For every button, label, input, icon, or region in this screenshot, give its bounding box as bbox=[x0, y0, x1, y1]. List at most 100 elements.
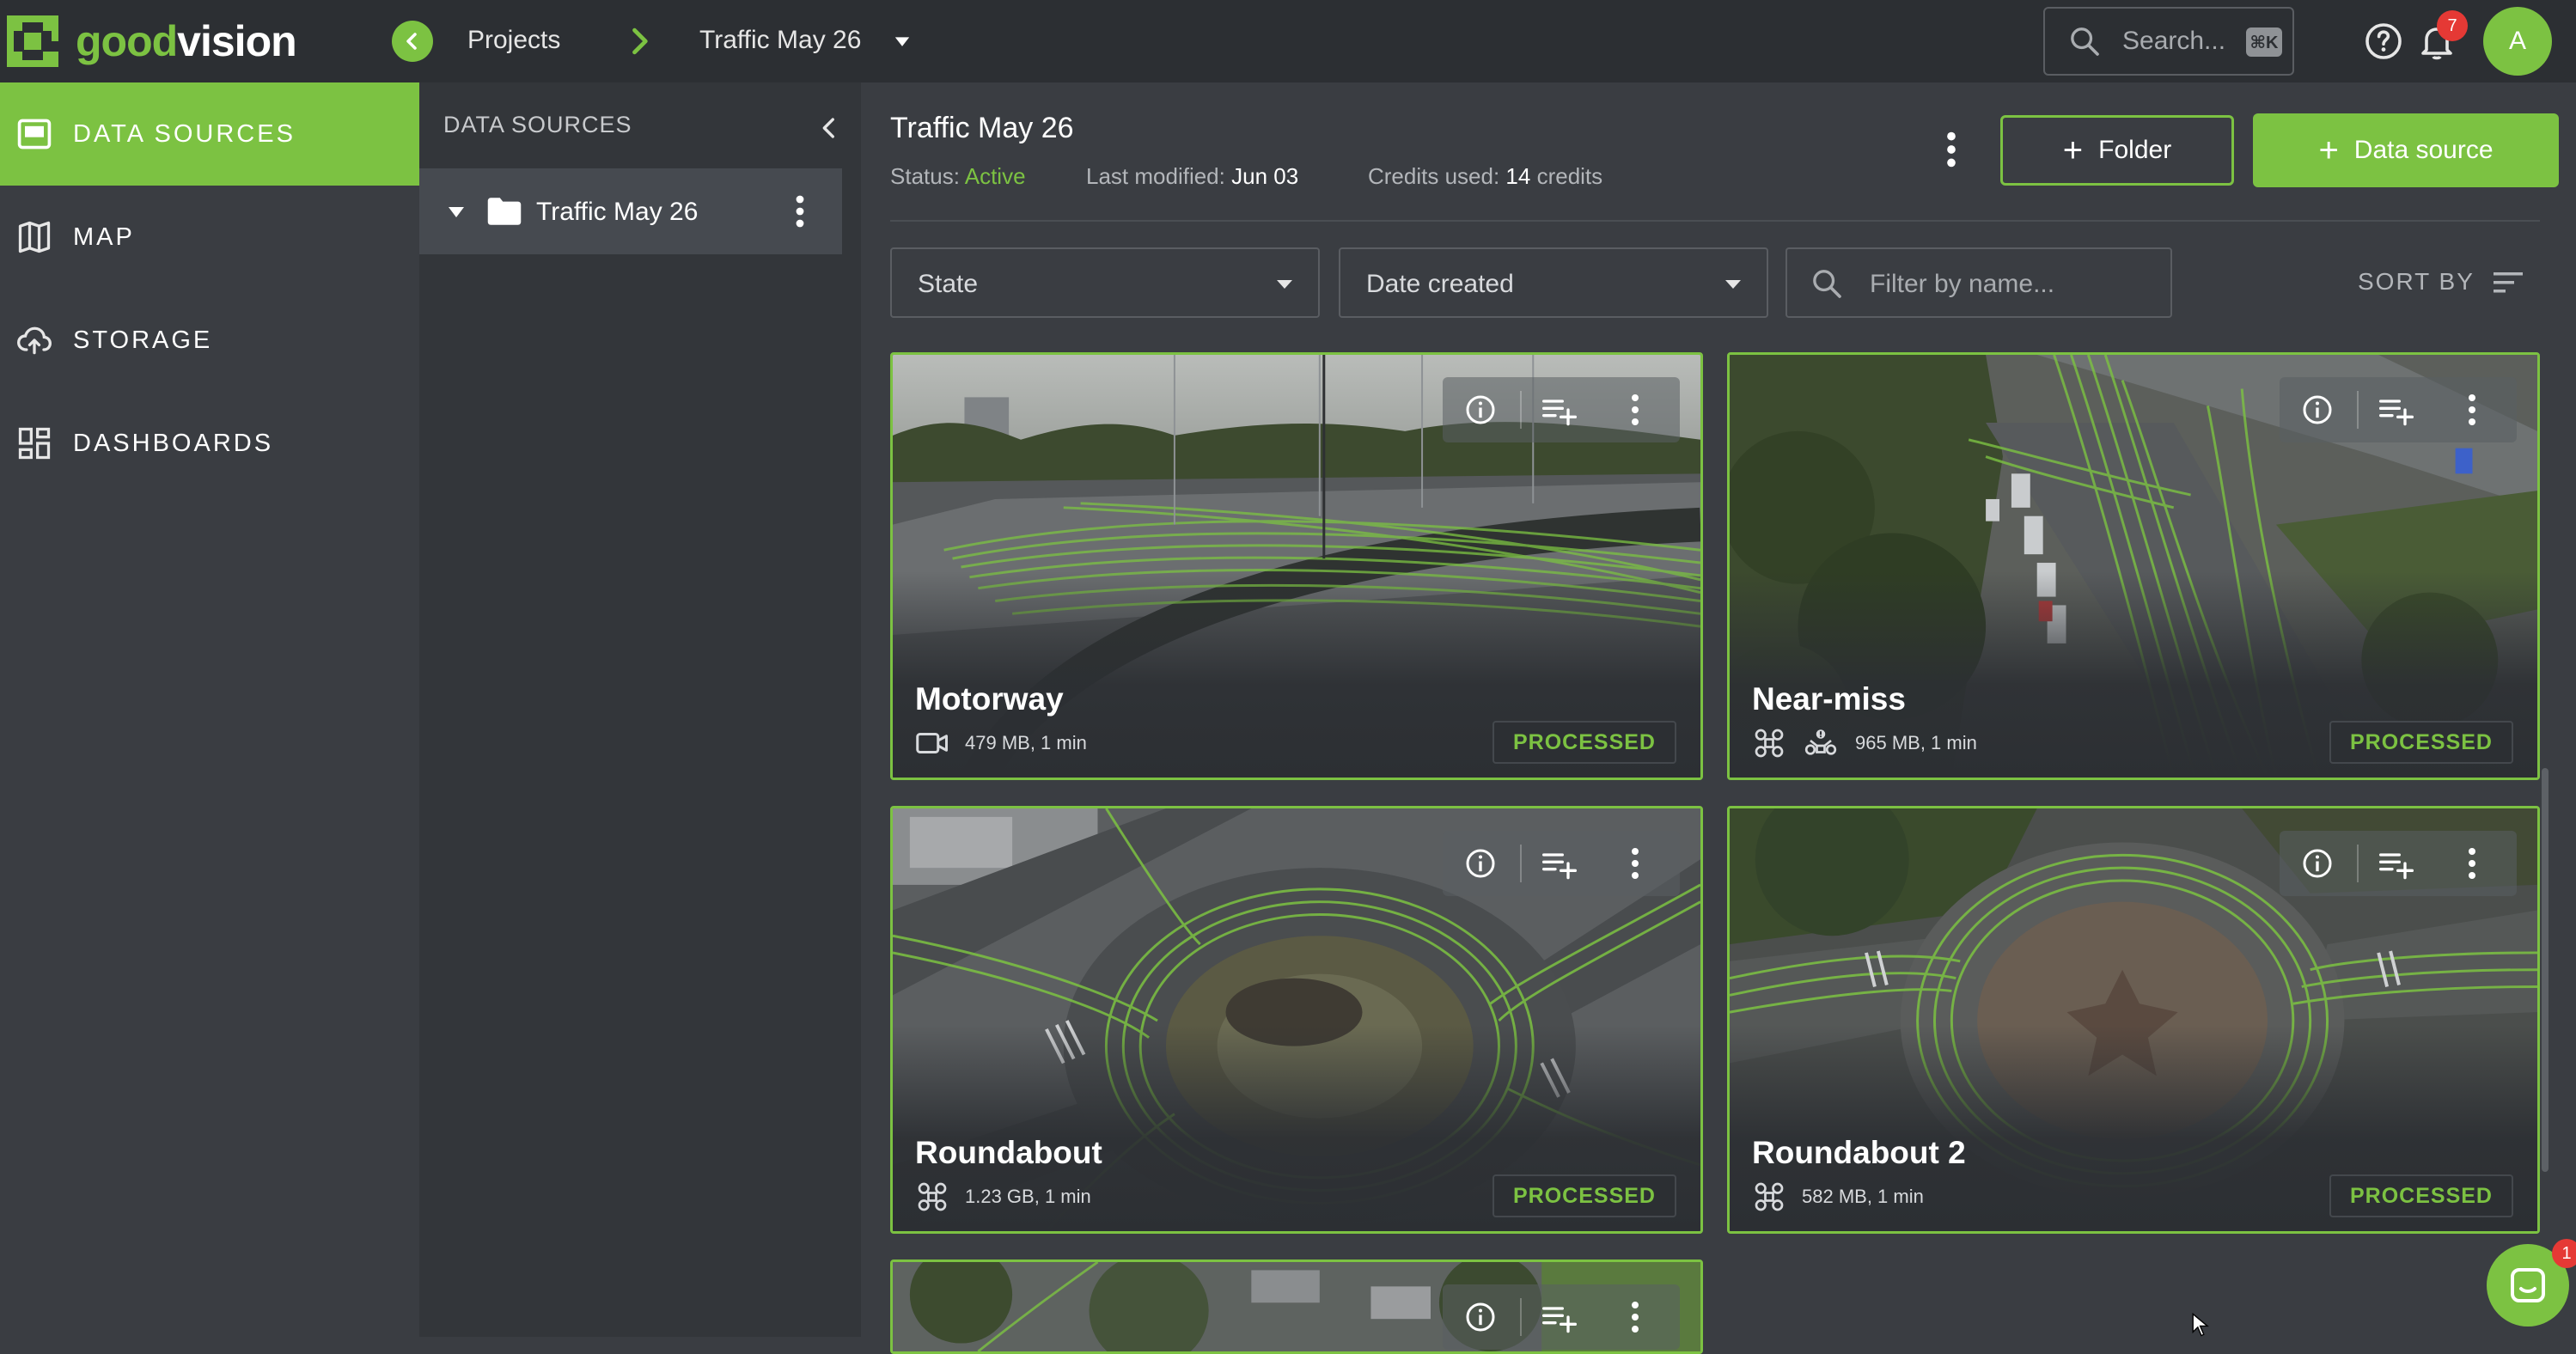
search-input[interactable]: Search... bbox=[2122, 27, 2225, 56]
top-bar: goodvision Projects Traffic May 26 Searc… bbox=[0, 0, 2576, 82]
logo-text: goodvision bbox=[76, 17, 297, 65]
data-source-card[interactable]: Motorway 479 MB, 1 min PROCESSED bbox=[890, 352, 1703, 780]
status-badge: PROCESSED bbox=[2329, 721, 2513, 764]
add-to-list-icon[interactable] bbox=[1541, 393, 1578, 427]
more-vertical-icon[interactable] bbox=[1945, 131, 1957, 168]
add-to-list-icon[interactable] bbox=[1541, 846, 1578, 881]
sidebar-item-storage[interactable]: STORAGE bbox=[0, 289, 419, 392]
breadcrumb-current[interactable]: Traffic May 26 bbox=[699, 26, 861, 55]
caret-down-icon bbox=[1277, 280, 1292, 289]
data-source-card[interactable] bbox=[890, 1259, 1703, 1354]
map-icon bbox=[18, 221, 51, 253]
add-to-list-icon[interactable] bbox=[2378, 393, 2415, 427]
sidebar-item-map[interactable]: MAP bbox=[0, 186, 419, 289]
goodvision-logo-icon bbox=[7, 15, 58, 67]
scrollbar[interactable] bbox=[2542, 768, 2549, 1172]
card-toolbar bbox=[2280, 831, 2517, 896]
card-title: Motorway bbox=[915, 681, 1064, 717]
info-icon[interactable] bbox=[1463, 393, 1498, 427]
notification-badge: 7 bbox=[2437, 10, 2468, 41]
mouse-cursor-icon bbox=[2192, 1313, 2209, 1337]
card-toolbar bbox=[1443, 831, 1680, 896]
data-source-card[interactable]: Roundabout 2 582 MB, 1 min PROCESSED bbox=[1727, 806, 2540, 1234]
sidebar-item-dashboards[interactable]: DASHBOARDS bbox=[0, 392, 419, 495]
card-info: 582 MB, 1 min bbox=[1752, 1180, 1924, 1214]
collapse-panel-icon[interactable] bbox=[815, 113, 844, 143]
search-shortcut: ⌘K bbox=[2246, 27, 2282, 57]
add-to-list-icon[interactable] bbox=[2378, 846, 2415, 881]
add-data-source-button[interactable]: + Data source bbox=[2253, 113, 2559, 187]
info-icon[interactable] bbox=[2300, 393, 2335, 427]
drone-icon bbox=[1755, 729, 1784, 758]
add-to-list-icon[interactable] bbox=[1541, 1300, 1578, 1334]
sidebar-item-label: DASHBOARDS bbox=[73, 429, 274, 457]
video-icon bbox=[916, 733, 948, 753]
folder-icon bbox=[487, 198, 522, 225]
sort-by-button[interactable]: SORT BY bbox=[2358, 268, 2475, 296]
last-modified-meta: Last modified: Jun 03 bbox=[1086, 163, 1299, 189]
chevron-right-icon bbox=[632, 27, 648, 55]
info-icon[interactable] bbox=[2300, 846, 2335, 881]
plus-icon: + bbox=[2062, 131, 2084, 169]
sidebar-item-data-sources[interactable]: DATA SOURCES bbox=[0, 82, 419, 186]
card-title: Near-miss bbox=[1752, 681, 1906, 717]
sort-icon[interactable] bbox=[2492, 270, 2526, 296]
state-select[interactable]: State bbox=[890, 247, 1320, 318]
more-vertical-icon[interactable] bbox=[1630, 846, 1640, 881]
tree-header: DATA SOURCES bbox=[443, 112, 632, 137]
drone-icon bbox=[1755, 1182, 1784, 1211]
card-info: 965 MB, 1 min bbox=[1752, 726, 1977, 760]
sidebar-item-label: STORAGE bbox=[73, 326, 213, 354]
card-toolbar bbox=[2280, 377, 2517, 442]
status-badge: PROCESSED bbox=[1492, 1174, 1676, 1217]
data-sources-icon bbox=[17, 119, 52, 149]
plus-icon: + bbox=[2318, 131, 2339, 169]
chevron-left-icon bbox=[406, 33, 417, 50]
caret-down-icon[interactable] bbox=[447, 204, 466, 220]
avatar[interactable]: A bbox=[2483, 7, 2552, 76]
date-created-select[interactable]: Date created bbox=[1339, 247, 1768, 318]
more-vertical-icon[interactable] bbox=[2467, 393, 2477, 427]
drone-icon bbox=[918, 1182, 947, 1211]
more-vertical-icon[interactable] bbox=[1630, 1300, 1640, 1334]
info-icon[interactable] bbox=[1463, 1300, 1498, 1334]
status-badge: PROCESSED bbox=[1492, 721, 1676, 764]
data-source-card[interactable]: Roundabout 1.23 GB, 1 min PROCESSED bbox=[890, 806, 1703, 1234]
more-vertical-icon[interactable] bbox=[2467, 846, 2477, 881]
caret-down-icon[interactable] bbox=[890, 29, 914, 53]
sidebar-item-label: DATA SOURCES bbox=[73, 119, 296, 148]
cloud-upload-icon bbox=[17, 326, 52, 355]
data-source-card[interactable]: Near-miss 965 MB, 1 min PROCESSED bbox=[1727, 352, 2540, 780]
card-toolbar bbox=[1443, 377, 1680, 442]
breadcrumb-projects[interactable]: Projects bbox=[467, 26, 560, 55]
info-icon[interactable] bbox=[1463, 846, 1498, 881]
help-icon[interactable] bbox=[2363, 21, 2404, 62]
card-title: Roundabout bbox=[915, 1135, 1102, 1170]
card-title: Roundabout 2 bbox=[1752, 1135, 1966, 1170]
logo[interactable]: goodvision bbox=[7, 15, 297, 67]
search-icon bbox=[2071, 27, 2099, 56]
dashboard-icon bbox=[18, 427, 51, 460]
card-info: 479 MB, 1 min bbox=[915, 726, 1087, 760]
add-folder-button[interactable]: + Folder bbox=[2000, 115, 2234, 186]
tree-folder-name[interactable]: Traffic May 26 bbox=[536, 198, 698, 227]
card-toolbar bbox=[1443, 1284, 1680, 1350]
status-value: Active bbox=[964, 163, 1026, 189]
more-vertical-icon[interactable] bbox=[794, 194, 806, 229]
filter-by-name-input[interactable]: Filter by name... bbox=[1785, 247, 2172, 318]
folder-tree-panel: DATA SOURCES Traffic May 26 bbox=[419, 82, 861, 1337]
chat-icon bbox=[2511, 1268, 2545, 1302]
status-meta: Status: Active bbox=[890, 163, 1026, 189]
sidebar: DATA SOURCES MAP STORAGE DASHBOARDS bbox=[0, 82, 419, 1337]
near-miss-drone-icon bbox=[1804, 729, 1837, 755]
search-box[interactable]: Search... ⌘K bbox=[2043, 7, 2294, 76]
chat-badge: 1 bbox=[2552, 1239, 2576, 1268]
card-info: 1.23 GB, 1 min bbox=[915, 1180, 1091, 1214]
tree-folder-row[interactable]: Traffic May 26 bbox=[419, 168, 842, 254]
search-icon bbox=[1813, 270, 1841, 298]
back-button[interactable] bbox=[392, 21, 433, 62]
page-title: Traffic May 26 bbox=[890, 112, 1074, 144]
more-vertical-icon[interactable] bbox=[1630, 393, 1640, 427]
sidebar-item-label: MAP bbox=[73, 223, 135, 251]
status-badge: PROCESSED bbox=[2329, 1174, 2513, 1217]
